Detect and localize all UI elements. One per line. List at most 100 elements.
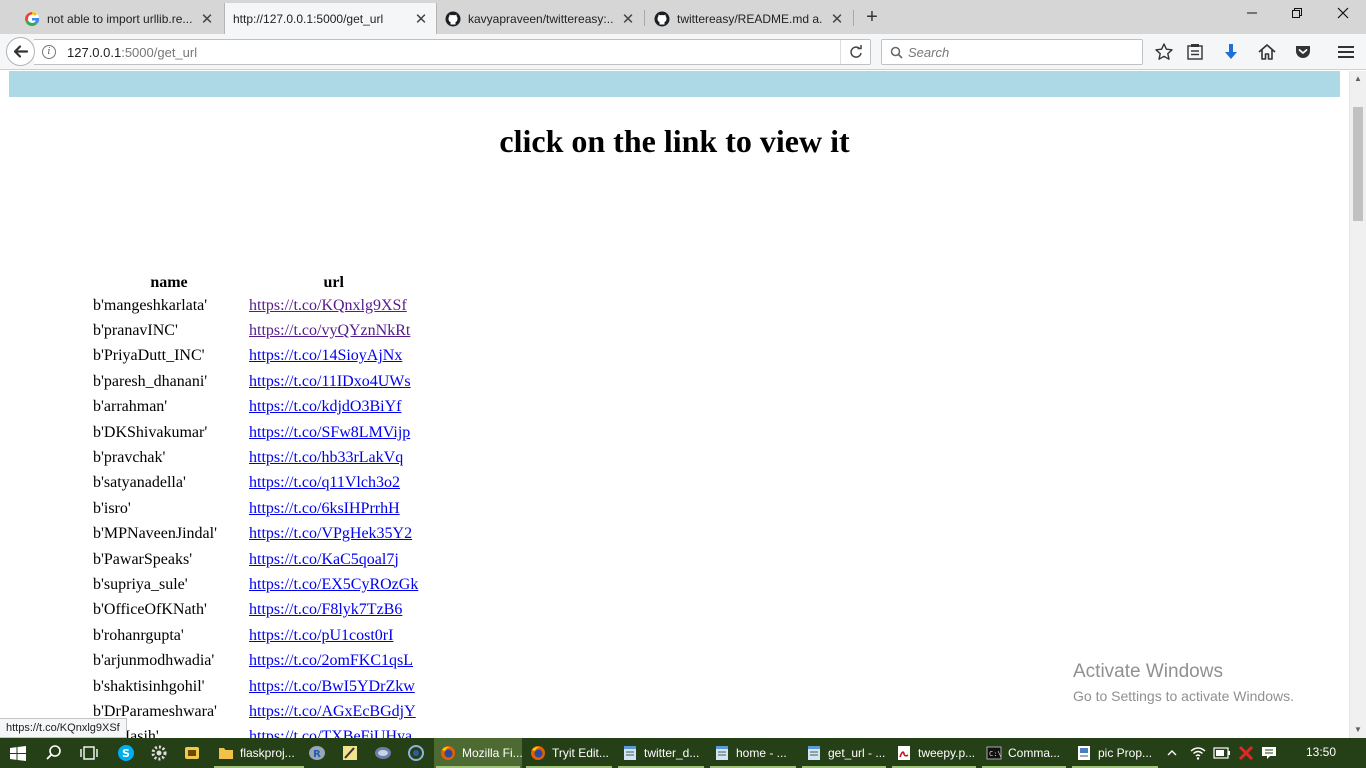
taskbar-clock[interactable]: 13:50 [1306, 745, 1336, 759]
new-tab-button[interactable]: + [862, 7, 882, 27]
close-icon[interactable]: ✕ [830, 10, 844, 28]
minimize-icon [1247, 12, 1257, 14]
user-name-cell: b'rohanrgupta' [93, 626, 184, 644]
address-text[interactable]: 127.0.0.1:5000/get_url [67, 45, 197, 60]
url-link[interactable]: https://t.co/pU1cost0rI [249, 627, 393, 644]
chevron-up-icon[interactable] [1166, 747, 1178, 759]
scroll-down-icon[interactable]: ▼ [1350, 723, 1366, 737]
paint-icon[interactable] [341, 744, 359, 762]
activate-windows-watermark: Activate Windows Go to Settings to activ… [1073, 661, 1294, 704]
cmd-icon: C:\ [986, 746, 1002, 760]
taskbar-item-pic-properties[interactable]: pic Prop... [1070, 738, 1160, 768]
wifi-icon[interactable] [1190, 746, 1206, 760]
url-cell: https://t.co/hb33rLakVq [248, 446, 419, 469]
taskbar-item-home[interactable]: home - ... [708, 738, 798, 768]
search-input[interactable]: Search [908, 45, 949, 60]
navigation-toolbar: i 127.0.0.1:5000/get_url Search [0, 34, 1366, 70]
network-error-icon[interactable] [1238, 745, 1254, 761]
reader-list-icon[interactable] [1185, 42, 1205, 62]
url-link[interactable]: https://t.co/kdjdO3BiYf [249, 398, 401, 415]
url-link[interactable]: https://t.co/SFw8LMVijp [249, 424, 410, 441]
url-link[interactable]: https://t.co/6ksIHPrrhH [249, 500, 400, 517]
vertical-scrollbar[interactable]: ▲ ▼ [1349, 71, 1366, 738]
url-link[interactable]: https://t.co/hb33rLakVq [249, 449, 403, 466]
address-bar[interactable]: i 127.0.0.1:5000/get_url [34, 39, 871, 65]
minimize-button[interactable] [1234, 4, 1270, 26]
close-icon[interactable]: ✕ [414, 10, 428, 28]
settings-gear-icon[interactable] [150, 744, 168, 762]
app-icon[interactable] [374, 744, 392, 762]
search-icon [890, 46, 903, 59]
search-bar[interactable]: Search [881, 39, 1143, 65]
menu-icon[interactable] [1336, 42, 1356, 62]
download-icon[interactable] [1221, 42, 1241, 62]
url-link[interactable]: https://t.co/EX5CyROzGk [249, 576, 418, 593]
close-icon[interactable]: ✕ [621, 10, 635, 28]
user-name-cell: b'OfficeOfKNath' [93, 601, 207, 619]
user-name-cell: b'mangeshkarlata' [93, 296, 208, 314]
taskbar-item-label: tweepy.p... [918, 746, 976, 760]
taskbar-item-get-url[interactable]: get_url - ... [800, 738, 888, 768]
user-name-cell: b'PriyaDutt_INC' [93, 347, 205, 365]
taskbar-item-tweepy-pdf[interactable]: tweepy.p... [890, 738, 978, 768]
tab-github-readme[interactable]: twittereasy/README.md a... ✕ [646, 3, 852, 34]
url-link[interactable]: https://t.co/14SioyAjNx [249, 347, 402, 364]
url-cell: https://t.co/vyQYznNkRt [248, 319, 419, 342]
bookmark-star-icon[interactable] [1154, 42, 1174, 62]
tab-github-repo[interactable]: kavyapraveen/twittereasy:... ✕ [437, 3, 643, 34]
url-link[interactable]: https://t.co/11IDxo4UWs [249, 373, 411, 390]
taskbar-item-tryit-editor[interactable]: Tryit Edit... [524, 738, 614, 768]
close-icon[interactable]: ✕ [200, 10, 214, 28]
document-icon [1078, 746, 1090, 760]
app-icon[interactable] [183, 744, 201, 762]
url-link[interactable]: https://t.co/F8lyk7TzB6 [249, 601, 402, 618]
scroll-thumb[interactable] [1353, 107, 1363, 221]
notification-icon[interactable] [1261, 746, 1277, 760]
home-icon[interactable] [1257, 42, 1277, 62]
table-row: b'arrahman' https://t.co/kdjdO3BiYf [92, 396, 419, 419]
reload-button[interactable] [840, 40, 870, 64]
tab-label: not able to import urllib.re... [47, 11, 192, 26]
github-icon [654, 11, 670, 26]
pocket-icon[interactable] [1293, 42, 1313, 62]
url-link[interactable]: https://t.co/BwI5YDrZkw [249, 678, 415, 695]
info-icon[interactable]: i [42, 45, 56, 59]
url-link[interactable]: https://t.co/2omFKC1qsL [249, 652, 413, 669]
scroll-up-icon[interactable]: ▲ [1350, 72, 1366, 86]
back-button[interactable] [6, 37, 35, 66]
taskbar-item-mozilla-firefox[interactable]: Mozilla Fi... [434, 738, 522, 768]
skype-icon[interactable]: S [117, 744, 135, 762]
task-view-icon[interactable] [80, 744, 98, 762]
taskbar-item-twitter-d[interactable]: twitter_d... [616, 738, 706, 768]
firefox-icon [531, 746, 545, 760]
svg-text:C:\: C:\ [989, 750, 1002, 758]
url-cell: https://t.co/q11Vlch3o2 [248, 472, 419, 495]
url-link[interactable]: https://t.co/vyQYznNkRt [249, 322, 410, 339]
tab-get-url[interactable]: http://127.0.0.1:5000/get_url ✕ [224, 3, 437, 34]
close-window-button[interactable] [1325, 4, 1361, 26]
taskbar-item-command-prompt[interactable]: C:\ Comma... [980, 738, 1068, 768]
url-cell: https://t.co/KQnxlg9XSf [248, 294, 419, 317]
r-language-icon[interactable]: R [308, 744, 326, 762]
page-viewport: click on the link to view it name url b'… [0, 71, 1349, 738]
link-status-popup: https://t.co/KQnxlg9XSf [0, 718, 127, 738]
url-link[interactable]: https://t.co/KQnxlg9XSf [249, 297, 407, 314]
url-link[interactable]: https://t.co/VPgHek35Y2 [249, 525, 412, 542]
tab-urllib-question[interactable]: not able to import urllib.re... ✕ [16, 3, 222, 34]
pdf-icon [898, 746, 910, 760]
app-icon[interactable] [407, 744, 425, 762]
notepad-icon [716, 746, 728, 760]
column-header-name: name [150, 273, 188, 291]
url-link[interactable]: https://t.co/KaC5qoal7j [249, 551, 399, 568]
url-link[interactable]: https://t.co/AGxEcBGdjY [249, 703, 416, 720]
table-row: b'mangeshkarlata' https://t.co/KQnxlg9XSf [92, 294, 419, 317]
url-cell: https://t.co/14SioyAjNx [248, 345, 419, 368]
start-button[interactable] [0, 738, 36, 768]
taskbar-item-flaskproj[interactable]: flaskproj... [212, 738, 306, 768]
url-link[interactable]: https://t.co/TXBeFjUHya [249, 728, 412, 738]
url-cell: https://t.co/11IDxo4UWs [248, 370, 419, 393]
url-link[interactable]: https://t.co/q11Vlch3o2 [249, 474, 400, 491]
battery-icon[interactable] [1213, 747, 1231, 759]
search-icon[interactable] [45, 744, 63, 762]
restore-button[interactable] [1279, 4, 1315, 26]
